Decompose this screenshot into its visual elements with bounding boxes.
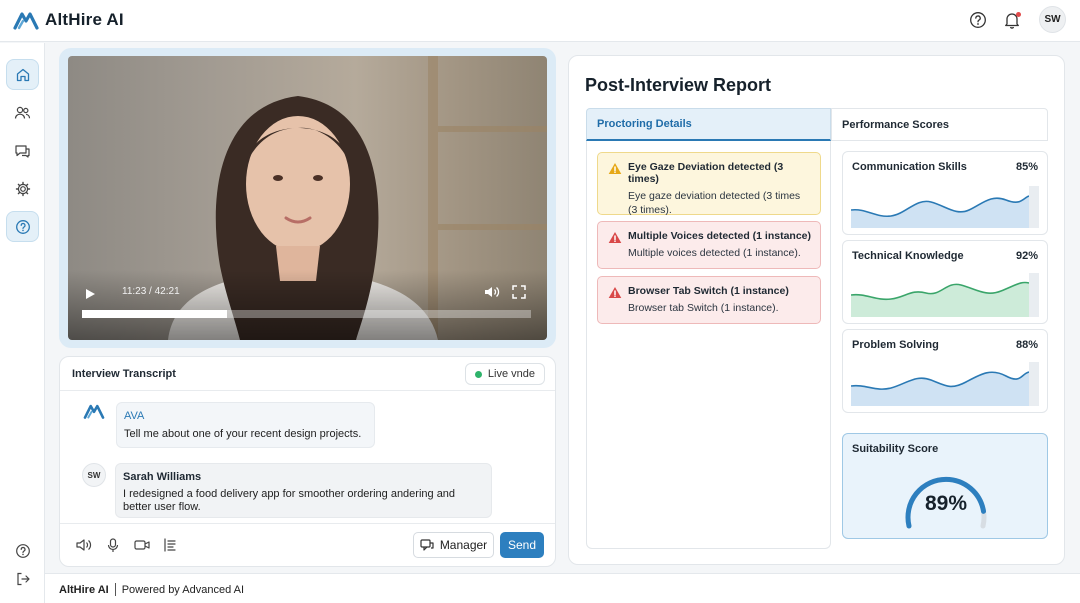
play-icon[interactable]: [84, 288, 96, 300]
logout-icon: [16, 572, 30, 585]
transcript-title: Interview Transcript: [72, 368, 176, 380]
alert-title: Multiple Voices detected (1 instance): [628, 230, 812, 242]
alert-eye-gaze[interactable]: Eye Gaze Deviation detected (3 times) Ey…: [597, 152, 821, 216]
score-label: Communication Skills: [852, 161, 967, 173]
transcript-toolbar: Manager Send: [60, 523, 555, 566]
top-bar: AltHire AI SW: [0, 0, 1080, 42]
score-label: Problem Solving: [852, 339, 939, 351]
video-seek-progress: [82, 310, 228, 318]
suitability-value: 89%: [924, 492, 968, 515]
notification-dot: [1016, 11, 1021, 17]
manager-icon: [420, 539, 434, 551]
manager-button[interactable]: Manager: [413, 532, 494, 558]
home-icon: [16, 68, 29, 81]
footer-tagline: Powered by Advanced AI: [121, 583, 245, 596]
score-sparkline: [851, 186, 1039, 228]
proctoring-panel: Eye Gaze Deviation detected (3 times) Ey…: [586, 141, 831, 549]
alert-multiple-voices[interactable]: Multiple Voices detected (1 instance) Mu…: [597, 221, 821, 269]
alert-detail: Eye gaze deviation detected (3 times (3 …: [628, 190, 801, 216]
alert-browser-tab-switch[interactable]: Browser Tab Switch (1 instance) Browser …: [597, 276, 821, 324]
error-icon: [608, 232, 622, 243]
score-sparkline: [851, 273, 1039, 317]
footer-brand: AltHire AI: [59, 583, 109, 596]
users-icon: [14, 106, 31, 119]
score-value: 92%: [1015, 250, 1038, 262]
live-label: Live vnde: [487, 368, 535, 380]
help-icon[interactable]: [967, 9, 989, 31]
sidebar-item-candidates[interactable]: [6, 97, 39, 128]
video-time: 11:23 / 42:21: [122, 286, 180, 297]
bookshelf-board: [438, 126, 547, 132]
brand-name: AltHire AI: [45, 10, 124, 29]
suitability-label: Suitability Score: [852, 443, 939, 455]
alert-title: Eye Gaze Deviation detected (3 times): [628, 161, 784, 185]
sidebar-item-messages[interactable]: [6, 135, 39, 166]
report-title: Post-Interview Report: [585, 75, 772, 95]
message-candidate: Sarah Williams I redesigned a food deliv…: [115, 463, 492, 518]
bookshelf-board: [438, 224, 547, 230]
sidebar: [0, 43, 45, 603]
althire-logo-icon: [13, 12, 39, 30]
score-card-communication[interactable]: Communication Skills 85%: [842, 151, 1048, 235]
user-avatar[interactable]: SW: [1039, 6, 1066, 33]
error-icon: [608, 287, 622, 298]
fullscreen-icon[interactable]: [512, 285, 526, 299]
score-card-technical[interactable]: Technical Knowledge 92%: [842, 240, 1048, 324]
microphone-icon[interactable]: [107, 538, 119, 553]
question-icon: [15, 543, 30, 558]
live-status-dot: [474, 370, 482, 378]
send-button[interactable]: Send: [500, 532, 544, 558]
footer-divider: [114, 583, 116, 596]
brand[interactable]: AltHire AI: [13, 9, 124, 31]
speaker-icon[interactable]: [76, 538, 92, 552]
alert-detail: Multiple voices detected (1 instance).: [628, 247, 801, 259]
message-speaker: AVA: [124, 410, 145, 422]
alert-detail: Browser tab Switch (1 instance).: [628, 302, 779, 314]
alert-title: Browser Tab Switch (1 instance): [628, 285, 789, 297]
sidebar-item-help[interactable]: [6, 535, 39, 566]
score-label: Technical Knowledge: [852, 250, 964, 262]
live-video-badge[interactable]: Live vnde: [464, 363, 545, 385]
help-circle-icon: [15, 219, 30, 234]
suitability-score-card[interactable]: Suitability Score 89%: [842, 433, 1048, 539]
tab-performance-scores[interactable]: Performance Scores: [831, 108, 1048, 141]
sidebar-item-settings[interactable]: [6, 173, 39, 204]
score-sparkline: [851, 362, 1039, 406]
bell-icon[interactable]: [1001, 9, 1023, 31]
camera-icon[interactable]: [134, 538, 150, 552]
report-tabs: Proctoring Details Performance Scores: [586, 108, 1048, 141]
gear-icon: [15, 181, 30, 196]
score-value: 88%: [1015, 339, 1038, 351]
ava-logo-icon: [83, 404, 105, 419]
message-text: I redesigned a food delivery app for smo…: [123, 488, 456, 513]
message-ava: AVA Tell me about one of your recent des…: [116, 402, 375, 448]
candidate-avatar: SW: [82, 463, 106, 487]
interview-video[interactable]: 11:23 / 42:21: [68, 56, 547, 340]
manager-label: Manager: [439, 538, 488, 552]
score-value: 85%: [1015, 161, 1038, 173]
volume-icon[interactable]: [484, 285, 500, 299]
message-text: Tell me about one of your recent design …: [124, 428, 362, 440]
post-interview-report: Post-Interview Report Proctoring Details…: [568, 55, 1065, 565]
sidebar-item-support[interactable]: [6, 211, 39, 242]
interview-transcript-panel: Interview Transcript Live vnde AVA Tell …: [59, 356, 556, 567]
chat-icon: [15, 144, 30, 158]
score-card-problem-solving[interactable]: Problem Solving 88%: [842, 329, 1048, 413]
sidebar-item-home[interactable]: [6, 59, 39, 90]
video-panel: 11:23 / 42:21: [59, 48, 556, 348]
tab-proctoring-details[interactable]: Proctoring Details: [586, 108, 831, 141]
message-speaker: Sarah Williams: [123, 471, 202, 483]
notes-icon[interactable]: [163, 538, 177, 552]
sidebar-item-logout[interactable]: [6, 563, 39, 594]
warning-icon: [608, 163, 622, 174]
video-seek-bar[interactable]: [82, 310, 531, 318]
video-controls-overlay: [68, 270, 547, 340]
footer: AltHire AI Powered by Advanced AI: [45, 573, 1080, 603]
